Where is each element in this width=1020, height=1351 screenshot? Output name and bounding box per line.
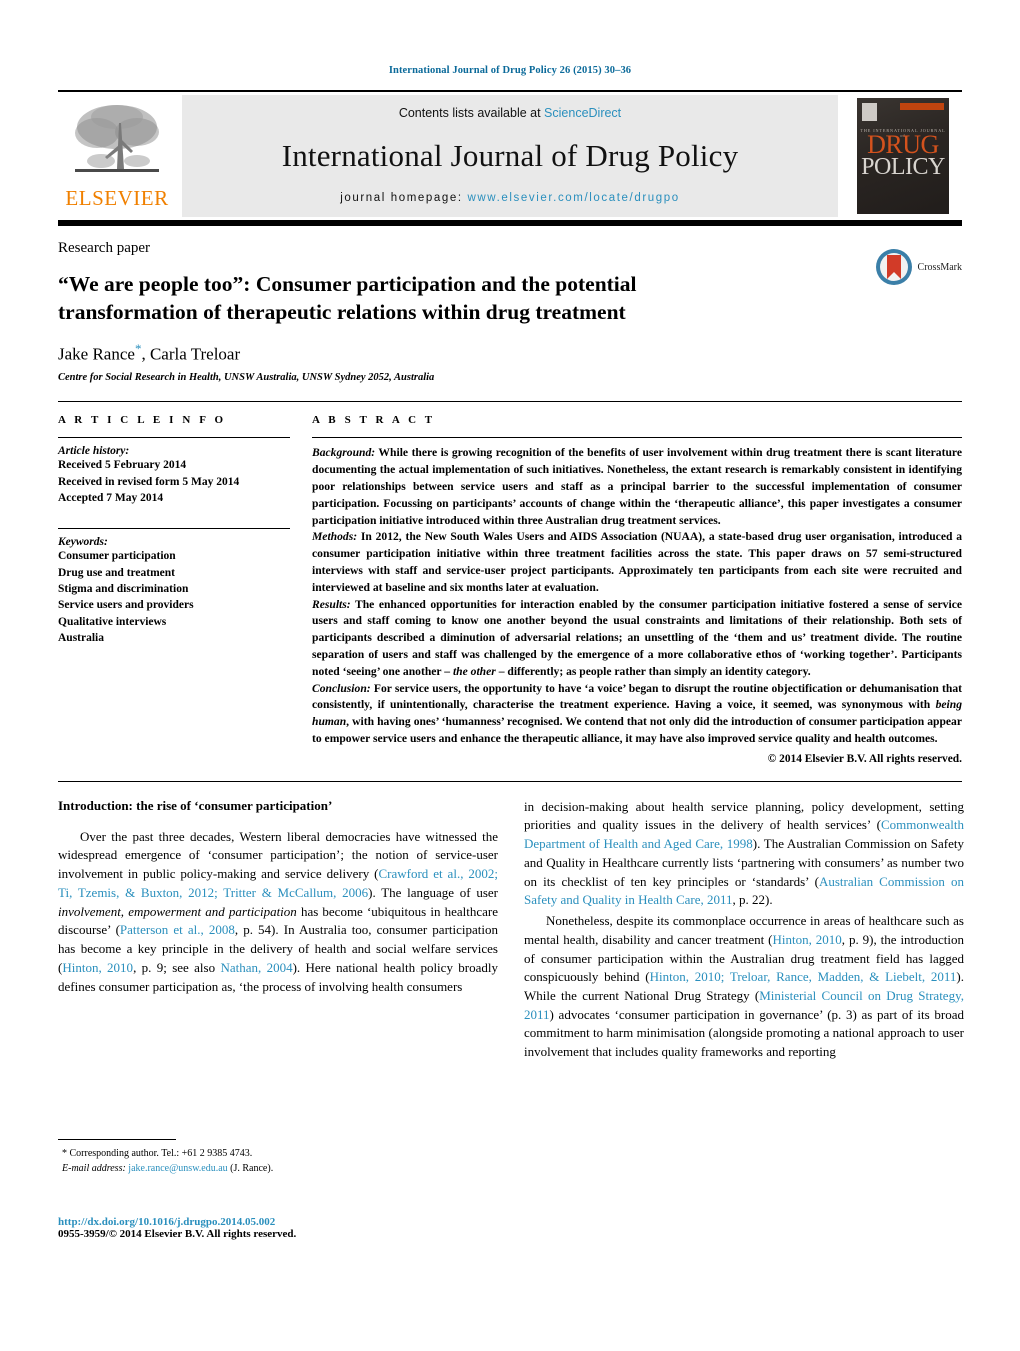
copyright-line: © 2014 Elsevier B.V. All rights reserved… [767, 752, 962, 765]
author-two: , Carla Treloar [141, 344, 241, 364]
article-info-column: A R T I C L E I N F O Article history: R… [58, 414, 290, 764]
keywords-label: Keywords: [58, 536, 108, 549]
crossmark-icon [875, 249, 912, 285]
history-item: Accepted 7 May 2014 [58, 492, 164, 505]
keyword-item: Service users and providers [58, 599, 194, 612]
sciencedirect-link[interactable]: ScienceDirect [544, 106, 621, 120]
citation-link[interactable]: Patterson et al., 2008 [120, 922, 235, 937]
body-paragraph: Over the past three decades, Western lib… [58, 828, 498, 996]
keyword-item: Drug use and treatment [58, 566, 176, 579]
cover-elsevier-icon [862, 103, 877, 121]
methods-text: In 2012, the New South Wales Users and A… [312, 530, 962, 594]
article-history-label: Article history: [58, 445, 130, 458]
methods-label: Methods: [312, 530, 358, 544]
contents-prefix: Contents lists available at [398, 106, 545, 120]
elsevier-logo: ELSEVIER [58, 95, 176, 217]
keyword-item: Consumer participation [58, 550, 176, 563]
abstract-paragraph-methods: Methods: In 2012, the New South Wales Us… [312, 529, 962, 596]
elsevier-wordmark: ELSEVIER [65, 186, 169, 210]
journal-title: International Journal of Drug Policy [281, 138, 739, 173]
elsevier-tree-icon [71, 99, 163, 187]
body-column-left: Introduction: the rise of ‘consumer part… [58, 797, 498, 1240]
keyword-item: Qualitative interviews [58, 615, 167, 628]
contents-line: Contents lists available at ScienceDirec… [399, 106, 621, 120]
text-run: , p. 9; see also [133, 959, 221, 975]
article-info-heading: A R T I C L E I N F O [58, 414, 227, 427]
divider [312, 437, 962, 439]
keywords-group: Keywords: Consumer participation Drug us… [58, 528, 290, 646]
article-type-kicker: Research paper [58, 240, 151, 256]
email-link[interactable]: jake.rance@unsw.edu.au [128, 1163, 227, 1174]
running-head: International Journal of Drug Policy 26 … [388, 65, 632, 76]
cover-art: THE INTERNATIONAL JOURNAL of DRUG POLICY [857, 98, 949, 214]
conclusion-text-b: , with having ones’ ‘humanness’ recognis… [312, 715, 962, 745]
abstract-paragraph-conclusion: Conclusion: For service users, the oppor… [312, 681, 962, 748]
background-text: While there is growing recognition of th… [312, 446, 962, 527]
body-paragraph: in decision-making about health service … [524, 798, 964, 910]
paper-page: International Journal of Drug Policy 26 … [0, 0, 1020, 1351]
info-abstract-section: A R T I C L E I N F O Article history: R… [58, 401, 962, 765]
citation-link[interactable]: Hinton, 2010; Treloar, Rance, Madden, & … [650, 969, 957, 984]
issn-copyright-line: 0955-3959/© 2014 Elsevier B.V. All right… [58, 1227, 297, 1240]
keyword-item: Australia [58, 632, 104, 645]
emphasis-run: involvement, empowerment and participati… [58, 903, 297, 919]
body-paragraph: Nonetheless, despite its commonplace occ… [524, 912, 964, 1062]
doi-link[interactable]: http://dx.doi.org/10.1016/j.drugpo.2014.… [58, 1216, 498, 1228]
keyword-item: Stigma and discrimination [58, 583, 189, 596]
citation-link[interactable]: Hinton, 2010 [62, 960, 133, 975]
footnote-rule [58, 1138, 176, 1140]
abstract-column: A B S T R A C T Background: While there … [312, 414, 962, 765]
section-heading-introduction: Introduction: the rise of ‘consumer part… [58, 797, 333, 813]
background-label: Background: [312, 446, 376, 460]
cover-title-policy: POLICY [861, 154, 945, 180]
history-item: Received 5 February 2014 [58, 459, 187, 472]
title-block: Research paper “We are people too”: Cons… [58, 226, 962, 383]
divider [58, 437, 290, 439]
abstract-paragraph-background: Background: While there is growing recog… [312, 445, 962, 529]
journal-masthead: ELSEVIER Contents lists available at Sci… [58, 90, 962, 222]
conclusion-label: Conclusion: [312, 681, 371, 695]
text-run: , p. 22). [732, 892, 773, 908]
abstract-paragraph-results: Results: The enhanced opportunities for … [312, 597, 962, 681]
footnote-text: Corresponding author. Tel.: +61 2 9385 4… [67, 1147, 253, 1159]
cover-topbar [900, 103, 944, 110]
abstract-heading: A B S T R A C T [312, 414, 436, 427]
affiliation: Centre for Social Research in Health, UN… [58, 372, 435, 384]
crossmark-badge[interactable]: CrossMark [875, 248, 962, 286]
citation-link[interactable]: Nathan, 2004 [220, 960, 292, 975]
homepage-url-link[interactable]: www.elsevier.com/locate/drugpo [467, 192, 679, 204]
citation-link[interactable]: Hinton, 2010 [772, 932, 841, 947]
journal-cover-thumbnail: THE INTERNATIONAL JOURNAL of DRUG POLICY [844, 95, 962, 217]
corresponding-author-footnote: * Corresponding author. Tel.: +61 2 9385… [58, 1138, 498, 1176]
history-item: Received in revised form 5 May 2014 [58, 475, 240, 488]
footnote-corresponding: * Corresponding author. Tel.: +61 2 9385… [58, 1146, 498, 1161]
divider [58, 528, 290, 530]
abstract-body: Background: While there is growing recog… [312, 445, 962, 747]
journal-band: Contents lists available at ScienceDirec… [182, 95, 838, 217]
page-title: “We are people too”: Consumer participat… [58, 272, 637, 325]
conclusion-text-a: For service users, the opportunity to ha… [312, 681, 962, 712]
homepage-prefix: journal homepage: [340, 192, 468, 204]
text-run: ). The language of user [368, 884, 498, 900]
doi-block: http://dx.doi.org/10.1016/j.drugpo.2014.… [58, 1216, 498, 1240]
author-list: Jake Rance*, Carla Treloar [58, 341, 962, 365]
body-column-right: in decision-making about health service … [524, 798, 964, 1064]
email-label: E-mail address: [62, 1162, 126, 1174]
results-label: Results: [312, 597, 351, 611]
results-text-b: – differently; as people rather than sim… [495, 664, 811, 678]
results-italic: the other [452, 664, 496, 678]
author-one: Jake Rance [58, 344, 135, 364]
crossmark-label: CrossMark [917, 261, 962, 273]
text-run: ) advocates ‘consumer participation in g… [524, 1006, 964, 1060]
body-columns: Introduction: the rise of ‘consumer part… [58, 780, 964, 1240]
footnote-email: E-mail address: jake.rance@unsw.edu.au (… [58, 1161, 498, 1176]
homepage-line: journal homepage: www.elsevier.com/locat… [340, 192, 680, 204]
email-suffix: (J. Rance). [227, 1162, 274, 1174]
